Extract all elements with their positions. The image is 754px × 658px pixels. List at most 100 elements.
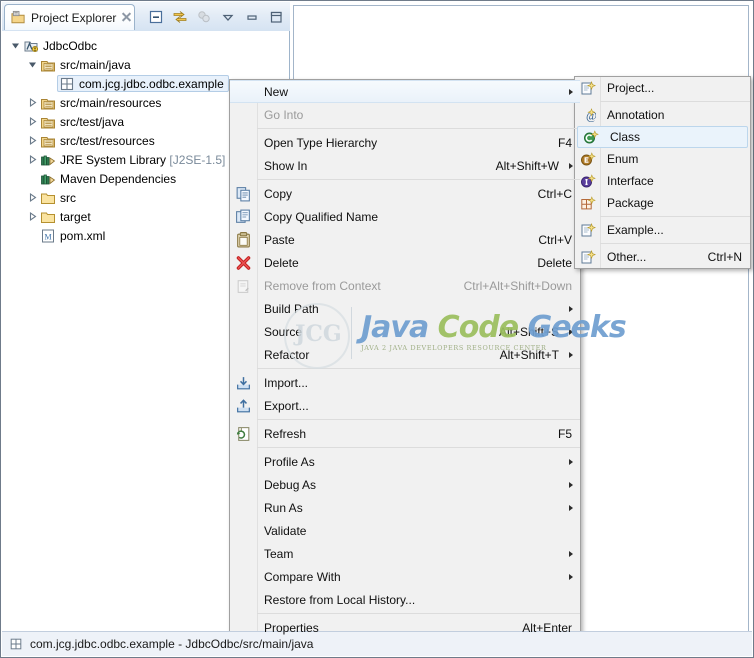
submenu-arrow-icon [569, 504, 573, 511]
import-icon [235, 374, 252, 391]
new-interface-icon [579, 173, 596, 190]
menu-item-label: Team [264, 546, 294, 561]
copy-qualified-name-icon [235, 208, 252, 225]
menu-item[interactable]: Class [577, 126, 748, 148]
menu-item-label: Copy Qualified Name [264, 209, 379, 224]
menu-item[interactable]: Validate [230, 519, 580, 542]
library-icon [40, 171, 56, 187]
menu-item[interactable]: Example... [575, 219, 750, 241]
menu-item[interactable]: Delete Delete [230, 251, 580, 274]
export-icon [235, 397, 252, 414]
menu-item-label: Project... [607, 81, 655, 95]
context-menu[interactable]: New Go Into Open Type Hierarchy F4 Show In Al… [229, 79, 581, 640]
source-folder-icon [40, 57, 56, 73]
menu-item[interactable]: Enum [575, 148, 750, 170]
submenu-arrow-icon [569, 481, 573, 488]
menu-item[interactable]: Copy Ctrl+C [230, 182, 580, 205]
menu-item[interactable]: Copy Qualified Name [230, 205, 580, 228]
project-explorer-icon [10, 10, 26, 26]
menu-separator [257, 368, 580, 369]
tree-item-label: src/test/java [60, 114, 125, 129]
menu-item[interactable]: Show In Alt+Shift+W [230, 154, 580, 177]
minimize-icon[interactable] [241, 6, 262, 27]
new-other-icon [579, 249, 596, 266]
menu-item[interactable]: Interface [575, 170, 750, 192]
menu-item[interactable]: Profile As [230, 450, 580, 473]
menu-item[interactable]: Source Alt+Shift+S [230, 320, 580, 343]
tree-item-label: pom.xml [60, 228, 106, 243]
menu-separator [257, 179, 580, 180]
menu-item[interactable]: Project... [575, 77, 750, 99]
folder-icon [40, 209, 56, 225]
submenu-arrow-icon [569, 573, 573, 580]
menu-item: Remove from Context Ctrl+Alt+Shift+Down [230, 274, 580, 297]
new-submenu[interactable]: Project... @ Annotation Class Enum Interface P… [574, 76, 751, 269]
tree-twisty[interactable] [27, 192, 38, 203]
menu-item[interactable]: Build Path [230, 297, 580, 320]
paste-icon [235, 231, 252, 248]
menu-item-label: Copy [264, 186, 293, 201]
tree-twisty[interactable] [27, 154, 38, 165]
menu-item-shortcut: Alt+Shift+S [498, 324, 559, 339]
submenu-arrow-icon [569, 458, 573, 465]
menu-item: Go Into [230, 103, 580, 126]
tree-twisty[interactable] [27, 116, 38, 127]
tree-twisty[interactable] [27, 230, 38, 241]
view-filters-icon[interactable] [193, 6, 214, 27]
menu-item-shortcut: Ctrl+C [537, 186, 572, 201]
menu-item-label: Package [607, 196, 654, 210]
view-tab-bar: Project Explorer [2, 2, 290, 32]
menu-separator [257, 613, 580, 614]
tree-item-label: src [60, 190, 76, 205]
menu-item[interactable]: Team [230, 542, 580, 565]
menu-item[interactable]: Import... [230, 371, 580, 394]
menu-item[interactable]: Debug As [230, 473, 580, 496]
maven-pom-icon: M [40, 228, 56, 244]
menu-item[interactable]: Restore from Local History... [230, 588, 580, 611]
menu-item[interactable]: New [230, 80, 580, 103]
collapse-all-icon[interactable] [145, 6, 166, 27]
menu-item[interactable]: Paste Ctrl+V [230, 228, 580, 251]
tree-twisty[interactable] [44, 78, 55, 89]
menu-item-shortcut: Ctrl+N [707, 250, 742, 264]
tree-twisty[interactable] [27, 97, 38, 108]
close-icon[interactable] [121, 12, 129, 23]
menu-item[interactable]: @ Annotation [575, 104, 750, 126]
menu-item-label: Properties [264, 620, 319, 635]
link-with-editor-icon[interactable] [169, 6, 190, 27]
tab-project-explorer[interactable]: Project Explorer [4, 4, 135, 30]
menu-item-label: New [264, 84, 289, 99]
svg-text:M: M [44, 232, 51, 241]
menu-item[interactable]: Refresh F5 [230, 422, 580, 445]
menu-item[interactable]: Other... Ctrl+N [575, 246, 750, 268]
tree-twisty[interactable] [10, 40, 21, 51]
menu-item-label: Paste [264, 232, 295, 247]
menu-item-shortcut: F5 [557, 426, 572, 441]
tree-item[interactable]: src/main/java [2, 55, 289, 74]
menu-item-label: Open Type Hierarchy [264, 135, 378, 150]
menu-item-shortcut: Alt+Shift+T [499, 347, 559, 362]
menu-item-label: Run As [264, 500, 303, 515]
menu-separator [600, 243, 750, 244]
tree-twisty[interactable] [27, 211, 38, 222]
menu-item-label: Go Into [264, 107, 304, 122]
tree-twisty[interactable] [27, 173, 38, 184]
menu-item[interactable]: Properties Alt+Enter [230, 616, 580, 639]
tree-item-label: JRE System Library [J2SE-1.5] [60, 152, 226, 167]
tree-item[interactable]: JdbcOdbc [2, 36, 289, 55]
tree-item-selected[interactable]: com.jcg.jdbc.odbc.example [57, 75, 229, 92]
tree-twisty[interactable] [27, 135, 38, 146]
menu-item-label: Refresh [264, 426, 307, 441]
menu-item[interactable]: Open Type Hierarchy F4 [230, 131, 580, 154]
view-menu-icon[interactable] [217, 6, 238, 27]
menu-item[interactable]: Export... [230, 394, 580, 417]
menu-item-label: Other... [607, 250, 647, 264]
maximize-icon[interactable] [265, 6, 286, 27]
menu-item[interactable]: Run As [230, 496, 580, 519]
library-icon [40, 152, 56, 168]
menu-item[interactable]: Refactor Alt+Shift+T [230, 343, 580, 366]
menu-item[interactable]: Compare With [230, 565, 580, 588]
menu-item[interactable]: Package [575, 192, 750, 214]
submenu-arrow-icon [569, 162, 573, 169]
tree-twisty[interactable] [27, 59, 38, 70]
